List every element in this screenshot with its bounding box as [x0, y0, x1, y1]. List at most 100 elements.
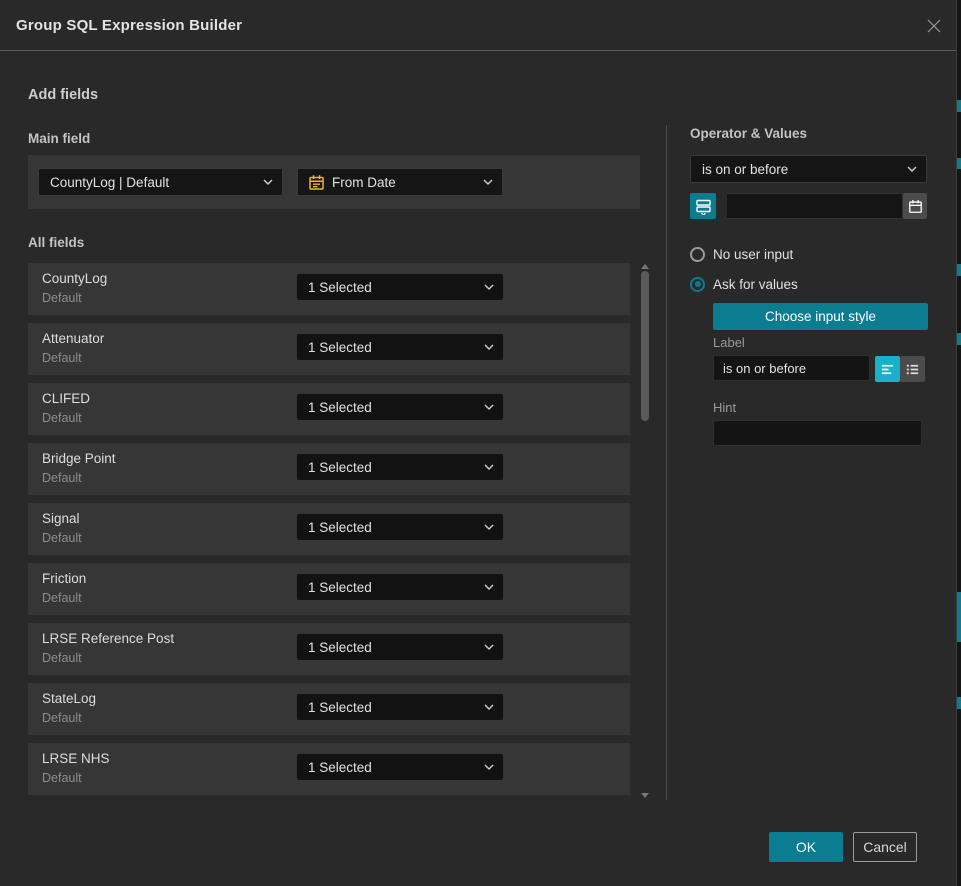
field-selection-dropdown[interactable]: 1 Selected — [297, 334, 503, 360]
scrollbar-thumb[interactable] — [641, 271, 649, 421]
chevron-down-icon — [484, 344, 494, 350]
date-picker-button[interactable] — [903, 193, 927, 219]
chevron-down-icon — [484, 644, 494, 650]
input-style-text-button[interactable] — [875, 356, 900, 382]
main-field-heading: Main field — [28, 131, 90, 146]
field-selection-value: 1 Selected — [308, 760, 372, 775]
hint-input[interactable] — [713, 420, 922, 446]
radio-selected-icon — [690, 277, 705, 292]
close-icon — [926, 18, 942, 34]
background-accent — [957, 158, 961, 169]
dialog-title: Group SQL Expression Builder — [16, 0, 242, 51]
background-accent — [957, 697, 961, 709]
ok-button[interactable]: OK — [769, 832, 843, 862]
background-app-edge — [957, 0, 961, 886]
radio-label: Ask for values — [713, 277, 798, 292]
field-row: Signal Default 1 Selected — [28, 503, 630, 555]
field-row: CountyLog Default 1 Selected — [28, 263, 630, 315]
field-name: Bridge Point — [42, 451, 116, 466]
background-accent — [957, 333, 961, 345]
field-name: Attenuator — [42, 331, 104, 346]
panel-divider — [666, 125, 667, 800]
operator-values-heading: Operator & Values — [690, 126, 807, 141]
field-name: Signal — [42, 511, 80, 526]
label-input[interactable] — [713, 355, 870, 381]
field-selection-dropdown[interactable]: 1 Selected — [297, 394, 503, 420]
chevron-down-icon — [483, 179, 493, 185]
field-source: Default — [42, 471, 82, 485]
field-selection-value: 1 Selected — [308, 640, 372, 655]
field-selection-dropdown[interactable]: 1 Selected — [297, 634, 503, 660]
chevron-down-icon — [484, 584, 494, 590]
operator-dropdown-value: is on or before — [702, 162, 788, 177]
all-fields-list: CountyLog Default 1 Selected Attenuator … — [28, 263, 630, 803]
field-source: Default — [42, 711, 82, 725]
field-name: StateLog — [42, 691, 96, 706]
field-name: Friction — [42, 571, 86, 586]
bulleted-list-icon — [905, 362, 920, 377]
field-selection-value: 1 Selected — [308, 580, 372, 595]
field-row: Bridge Point Default 1 Selected — [28, 443, 630, 495]
main-field-dropdown[interactable]: From Date — [297, 168, 503, 196]
pick-from-list-button[interactable] — [690, 193, 716, 219]
field-selection-dropdown[interactable]: 1 Selected — [297, 454, 503, 480]
hint-field-label: Hint — [713, 400, 736, 415]
close-button[interactable] — [925, 17, 943, 35]
align-left-icon — [880, 362, 895, 377]
chevron-down-icon — [484, 764, 494, 770]
group-sql-expression-builder-dialog: Group SQL Expression Builder Add fields … — [0, 0, 957, 886]
field-selection-dropdown[interactable]: 1 Selected — [297, 694, 503, 720]
value-list-icon — [695, 198, 712, 215]
add-fields-heading: Add fields — [28, 87, 98, 103]
field-selection-value: 1 Selected — [308, 520, 372, 535]
choose-input-style-button[interactable]: Choose input style — [713, 303, 928, 330]
field-name: CountyLog — [42, 271, 107, 286]
background-accent — [957, 264, 961, 276]
layer-dropdown-value: CountyLog | Default — [50, 175, 169, 190]
field-selection-dropdown[interactable]: 1 Selected — [297, 574, 503, 600]
field-selection-dropdown[interactable]: 1 Selected — [297, 514, 503, 540]
main-field-panel: CountyLog | Default From Date — [28, 155, 640, 209]
field-row: CLIFED Default 1 Selected — [28, 383, 630, 435]
field-source: Default — [42, 651, 82, 665]
field-name: LRSE NHS — [42, 751, 110, 766]
background-accent — [957, 100, 961, 112]
field-selection-value: 1 Selected — [308, 460, 372, 475]
radio-label: No user input — [713, 247, 793, 262]
field-name: CLIFED — [42, 391, 90, 406]
field-source: Default — [42, 291, 82, 305]
chevron-down-icon — [907, 166, 917, 172]
chevron-down-icon — [484, 524, 494, 530]
chevron-down-icon — [263, 179, 273, 185]
field-selection-dropdown[interactable]: 1 Selected — [297, 754, 503, 780]
scroll-up-icon[interactable] — [641, 264, 649, 269]
field-source: Default — [42, 351, 82, 365]
field-row: Attenuator Default 1 Selected — [28, 323, 630, 375]
field-selection-value: 1 Selected — [308, 400, 372, 415]
field-row: LRSE NHS Default 1 Selected — [28, 743, 630, 795]
field-source: Default — [42, 771, 82, 785]
layer-dropdown[interactable]: CountyLog | Default — [38, 168, 283, 196]
radio-ask-for-values[interactable]: Ask for values — [690, 275, 798, 293]
operator-dropdown[interactable]: is on or before — [690, 155, 927, 183]
date-value-input[interactable] — [727, 193, 903, 219]
input-style-list-button[interactable] — [900, 356, 925, 382]
field-selection-value: 1 Selected — [308, 280, 372, 295]
background-accent — [957, 592, 961, 642]
field-selection-dropdown[interactable]: 1 Selected — [297, 274, 503, 300]
field-source: Default — [42, 531, 82, 545]
radio-no-user-input[interactable]: No user input — [690, 245, 793, 263]
cancel-button[interactable]: Cancel — [853, 832, 917, 862]
field-row: Friction Default 1 Selected — [28, 563, 630, 615]
main-field-dropdown-value: From Date — [332, 175, 396, 190]
field-row: StateLog Default 1 Selected — [28, 683, 630, 735]
chevron-down-icon — [484, 464, 494, 470]
all-fields-heading: All fields — [28, 235, 84, 250]
scroll-down-icon[interactable] — [641, 793, 649, 798]
list-scrollbar[interactable] — [640, 262, 651, 800]
chevron-down-icon — [484, 704, 494, 710]
field-source: Default — [42, 411, 82, 425]
dialog-header: Group SQL Expression Builder — [0, 0, 956, 51]
field-source: Default — [42, 591, 82, 605]
chevron-down-icon — [484, 404, 494, 410]
